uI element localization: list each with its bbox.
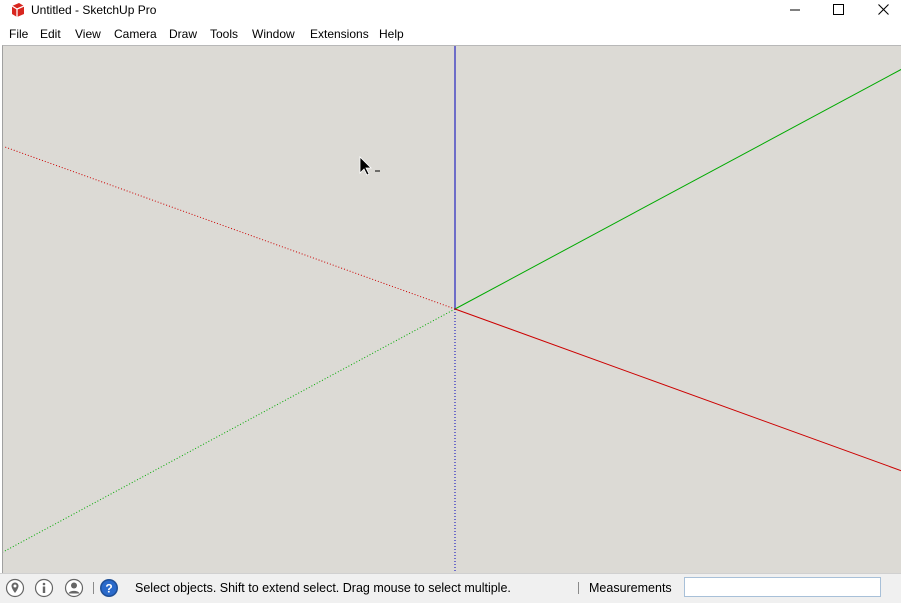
- maximize-icon: [833, 4, 844, 18]
- geo-location-icon[interactable]: [5, 578, 25, 598]
- status-separator: [578, 582, 579, 594]
- menu-edit[interactable]: Edit: [39, 27, 62, 41]
- measurements-label: Measurements: [589, 581, 672, 595]
- window-title: Untitled - SketchUp Pro: [31, 3, 157, 17]
- minimize-button[interactable]: [772, 0, 817, 22]
- title-bar: Untitled - SketchUp Pro: [0, 0, 901, 22]
- svg-text:?: ?: [105, 582, 112, 596]
- measurements-input[interactable]: [684, 577, 881, 597]
- menu-window[interactable]: Window: [251, 27, 296, 41]
- menu-extensions[interactable]: Extensions: [309, 27, 370, 41]
- menu-file[interactable]: File: [8, 27, 29, 41]
- account-icon[interactable]: [64, 578, 84, 598]
- status-bar: ? Select objects. Shift to extend select…: [0, 573, 901, 603]
- menu-draw[interactable]: Draw: [168, 27, 198, 41]
- menu-view[interactable]: View: [74, 27, 102, 41]
- red-axis-negative: [4, 146, 456, 310]
- select-arrow-icon: [359, 156, 380, 176]
- sketchup-logo-icon: [10, 2, 26, 18]
- drawing-viewport[interactable]: [2, 45, 901, 573]
- instructor-help-icon[interactable]: ?: [99, 578, 119, 598]
- minimize-icon: [789, 4, 800, 18]
- menu-tools[interactable]: Tools: [209, 27, 239, 41]
- close-button[interactable]: [861, 0, 901, 22]
- green-axis-negative: [3, 308, 456, 553]
- red-axis-positive: [454, 308, 901, 472]
- menu-camera[interactable]: Camera: [113, 27, 158, 41]
- status-separator: [93, 582, 94, 594]
- credits-icon[interactable]: [34, 578, 54, 598]
- maximize-button[interactable]: [816, 0, 861, 22]
- menu-help[interactable]: Help: [378, 27, 405, 41]
- close-icon: [878, 4, 889, 18]
- green-axis-positive: [454, 68, 901, 310]
- status-message: Select objects. Shift to extend select. …: [135, 581, 511, 595]
- axes-canvas: [3, 46, 901, 573]
- menu-bar: File Edit View Camera Draw Tools Window …: [0, 23, 901, 45]
